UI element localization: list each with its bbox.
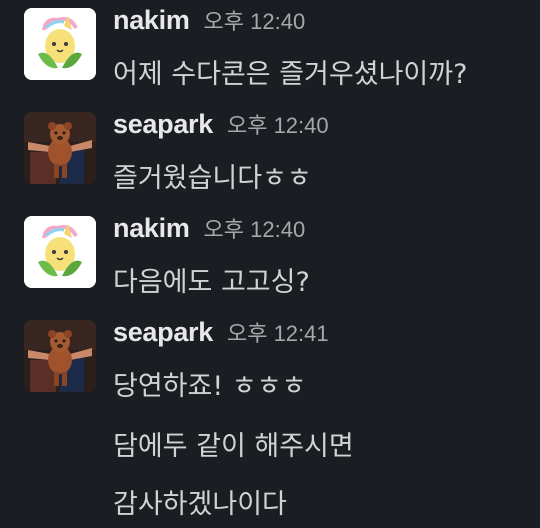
message-header: nakim 오후 12:40 [113,212,305,244]
message-feed: nakim 오후 12:40 어제 수다콘은 즐거우셨나이까? seapark … [0,0,540,528]
message-header: seapark 오후 12:41 [113,316,329,348]
timestamp[interactable]: 오후 12:40 [204,217,306,242]
message-text: 어제 수다콘은 즐거우셨나이까? [113,59,468,90]
message-text: 즐거웠습니다ㅎㅎ [113,163,312,194]
corn-unicorn-avatar-icon[interactable] [24,216,96,288]
corn-unicorn-avatar-icon[interactable] [24,8,96,80]
username[interactable]: seapark [113,317,213,347]
timestamp[interactable]: 오후 12:40 [204,9,306,34]
message-text: 다음에도 고고싱? [113,267,310,298]
timestamp[interactable]: 오후 12:41 [227,321,329,346]
message-header: nakim 오후 12:40 [113,4,305,36]
teddy-bear-avatar-icon[interactable] [24,112,96,184]
username[interactable]: seapark [113,109,213,139]
message-header: seapark 오후 12:40 [113,108,329,140]
timestamp[interactable]: 오후 12:40 [227,113,329,138]
message-text: 감사하겠나이다 [113,489,287,520]
teddy-bear-avatar-icon[interactable] [24,320,96,392]
message-text: 담에두 같이 해주시면 [113,431,354,462]
message-text: 당연하죠! ㅎㅎㅎ [113,371,307,402]
username[interactable]: nakim [113,213,190,243]
username[interactable]: nakim [113,5,190,35]
